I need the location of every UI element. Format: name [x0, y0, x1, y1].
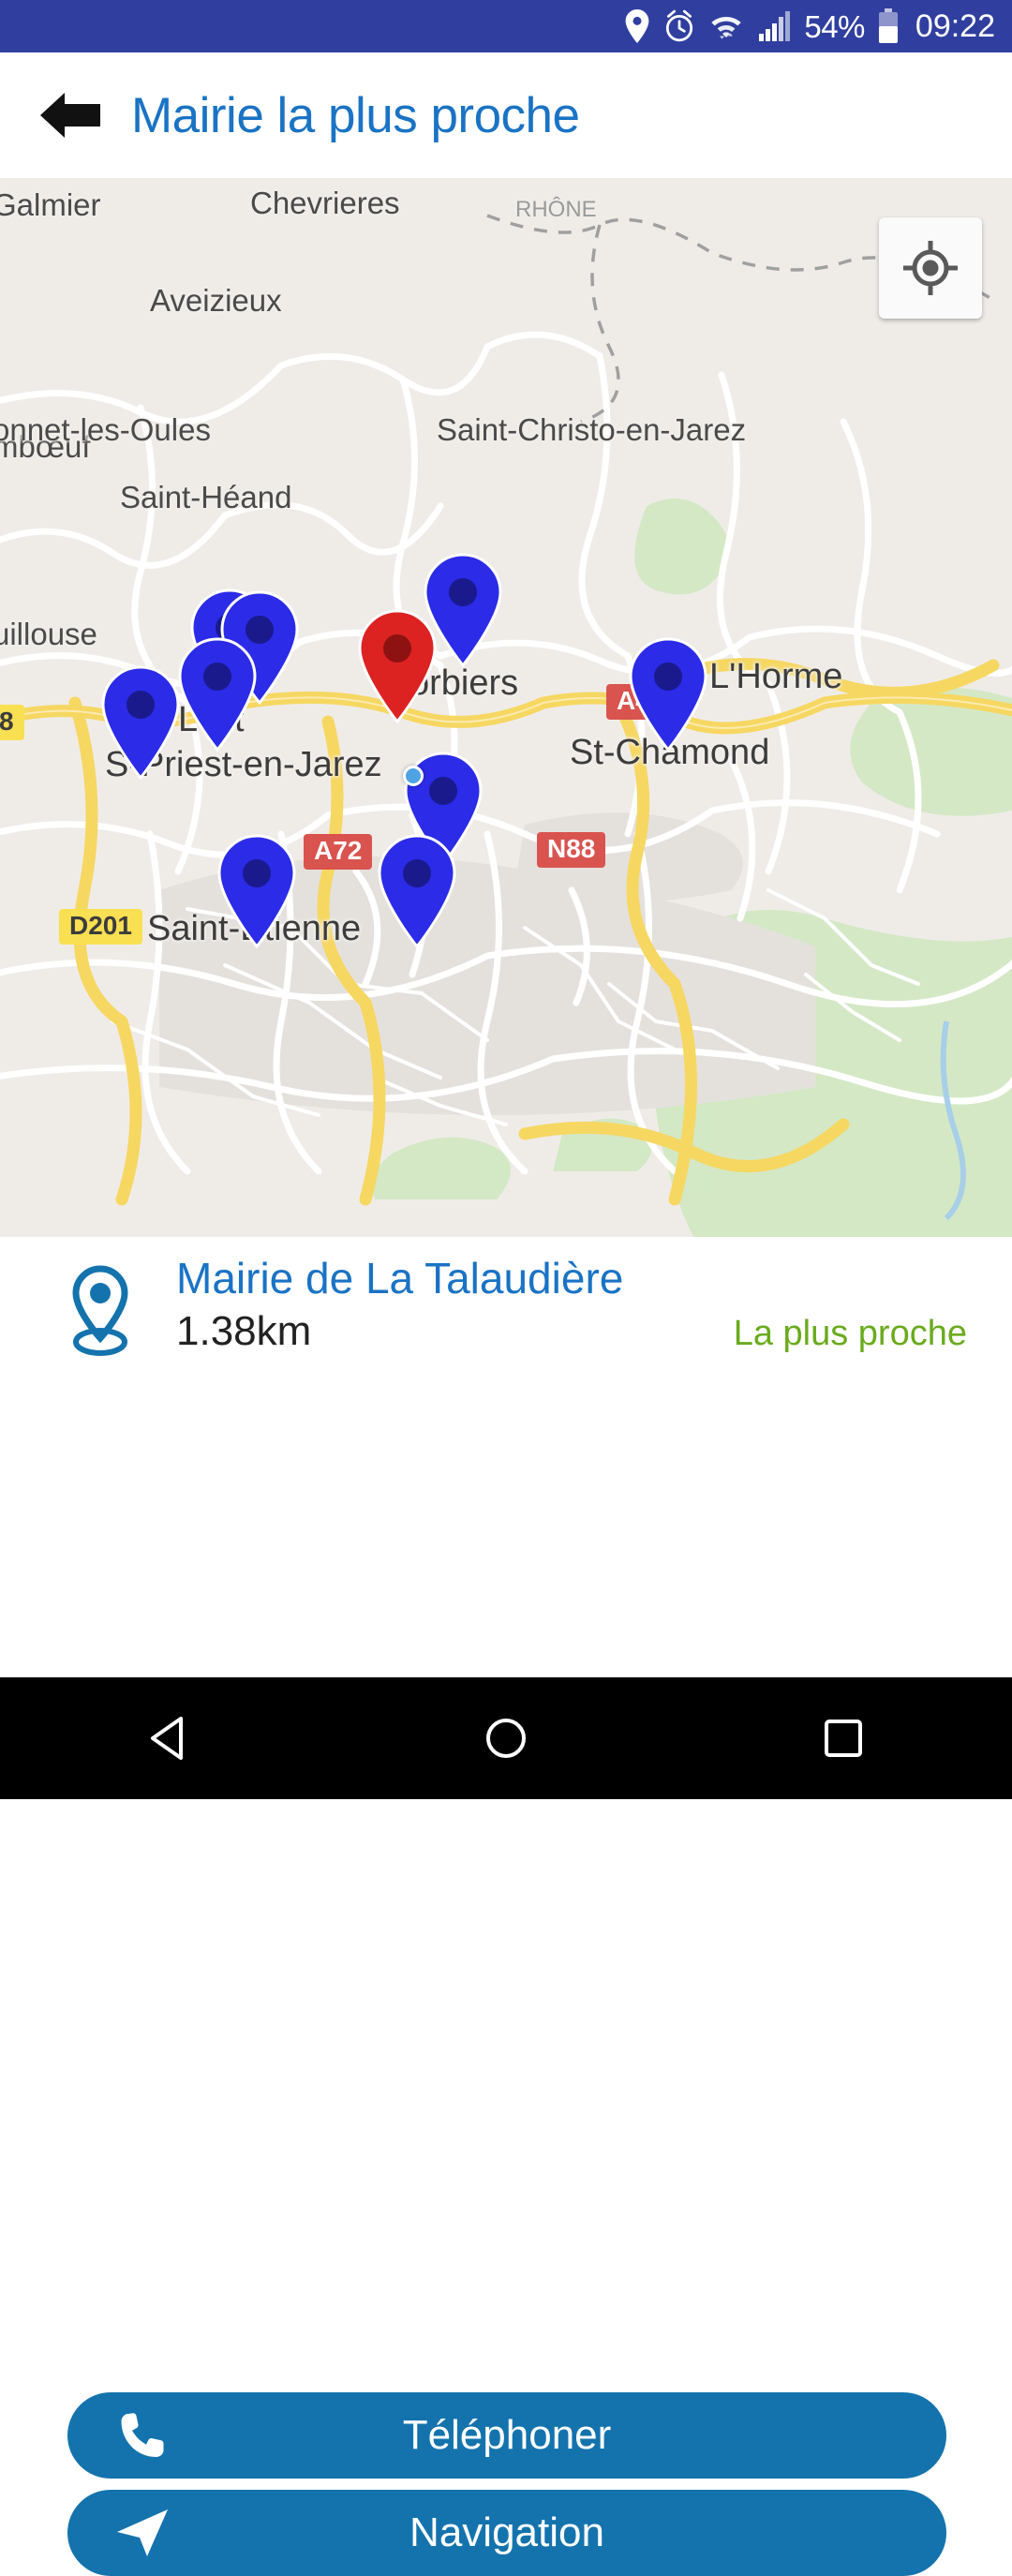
my-location-icon	[903, 241, 958, 295]
page-title: Mairie la plus proche	[131, 87, 580, 143]
road-shield: 8	[0, 705, 24, 740]
map-pin-marker[interactable]	[97, 665, 184, 780]
navigation-button[interactable]: Navigation	[67, 2490, 946, 2576]
status-badge: La plus proche	[733, 1314, 967, 1353]
square-recents-icon	[825, 1720, 862, 1757]
circle-home-icon	[486, 1719, 526, 1758]
call-button[interactable]: Téléphoner	[67, 2392, 946, 2479]
road-shield: N88	[537, 832, 606, 868]
back-arrow-icon	[40, 93, 100, 138]
user-location-dot	[403, 766, 424, 786]
signal-icon	[757, 9, 791, 43]
poi-pin-wrapper	[45, 1237, 156, 1359]
nav-recents-button[interactable]	[759, 1677, 928, 1799]
nav-back-button[interactable]	[84, 1677, 253, 1799]
poi-text-block: Mairie de La Talaudière 1.38km	[176, 1237, 623, 1354]
phone-icon-wrapper	[67, 2409, 217, 2462]
map-pin-marker[interactable]	[625, 637, 711, 752]
battery-percent-label: 54%	[804, 8, 865, 44]
navigation-arrow-icon	[117, 2509, 168, 2556]
triangle-back-icon	[151, 1717, 183, 1760]
alarm-icon	[663, 9, 695, 43]
map-pin-marker[interactable]	[174, 637, 260, 752]
nav-home-button[interactable]	[422, 1677, 590, 1799]
navigation-icon-wrapper	[67, 2506, 217, 2560]
map-pin-marker[interactable]	[374, 834, 460, 948]
battery-icon	[878, 8, 899, 44]
map-pin-marker-selected[interactable]	[354, 609, 440, 723]
system-nav-bar	[0, 1677, 1012, 1799]
clock-label: 09:22	[915, 8, 995, 44]
call-button-label: Téléphoner	[402, 2412, 612, 2458]
poi-summary-row[interactable]: Mairie de La Talaudière 1.38km La plus p…	[0, 1237, 1012, 1368]
map-pin-icon	[72, 1265, 128, 1356]
location-icon	[624, 9, 650, 43]
map-view[interactable]: Galmier Chevrieres RHÔNE mbœuf Aveizieux onne…	[0, 178, 1012, 1237]
app-bar: Mairie la plus proche	[0, 52, 1012, 178]
poi-distance: 1.38km	[176, 1307, 312, 1354]
my-location-button[interactable]	[879, 217, 982, 319]
navigation-button-label: Navigation	[409, 2509, 604, 2555]
road-shield: D201	[59, 909, 142, 945]
road-shield: A72	[304, 834, 373, 870]
detail-panel: Mairie de La Talaudière 1.38km La plus p…	[0, 1237, 1012, 2576]
poi-name: Mairie de La Talaudière	[176, 1254, 624, 1303]
wifi-icon	[708, 9, 744, 43]
status-bar: 54% 09:22	[0, 0, 1012, 52]
map-pin-marker[interactable]	[214, 834, 300, 948]
phone-icon	[121, 2413, 164, 2457]
back-button[interactable]	[19, 64, 122, 167]
